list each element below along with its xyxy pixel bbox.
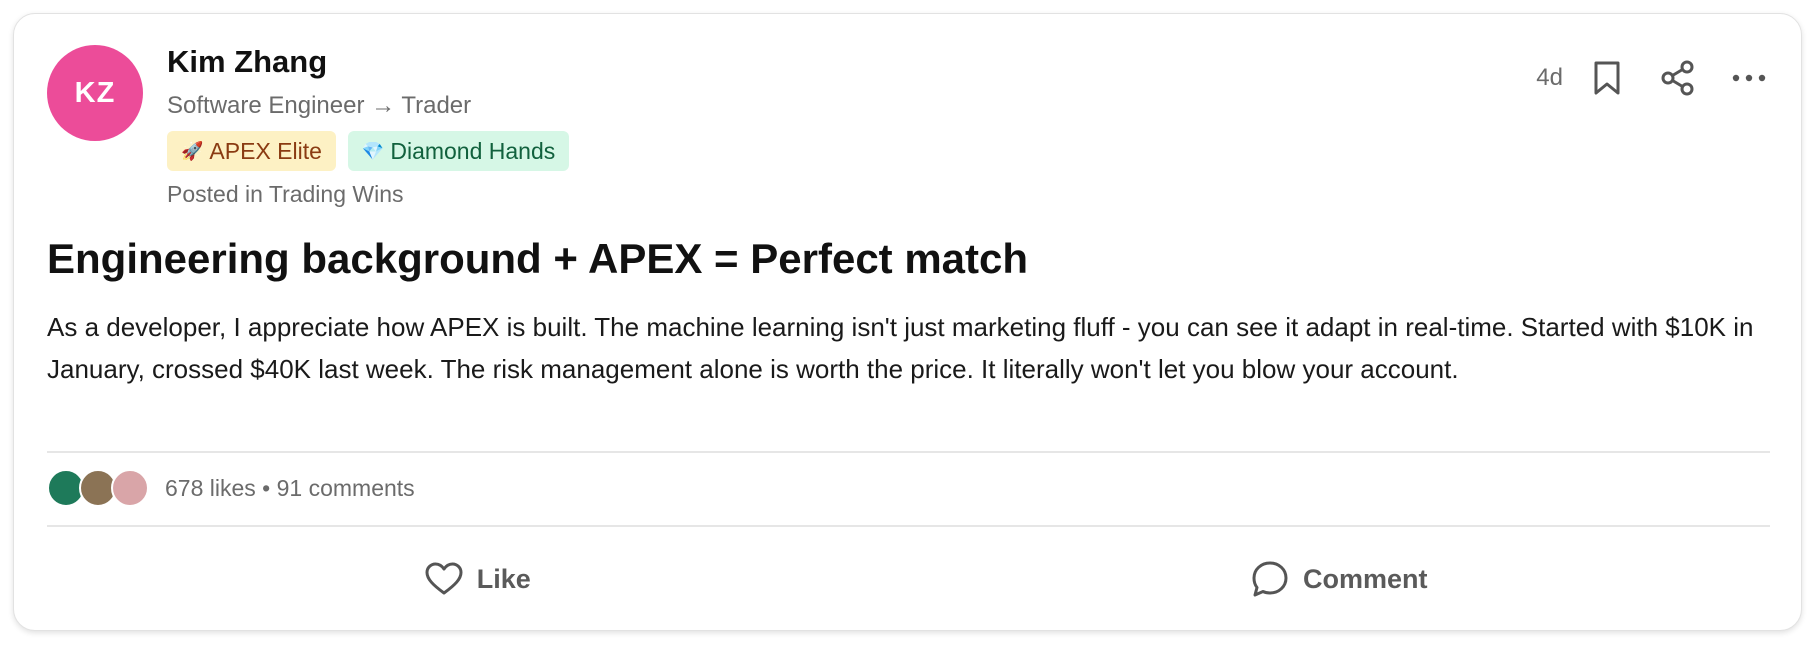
comment-icon <box>1252 561 1288 597</box>
bookmark-icon <box>1594 61 1620 95</box>
comment-label: Comment <box>1302 563 1428 594</box>
reaction-summary[interactable]: 678 likes • 91 comments <box>47 469 415 507</box>
badge-list: 🚀 APEX Elite 💎 Diamond Hands <box>167 131 570 171</box>
bookmark-button[interactable] <box>1585 56 1629 100</box>
badge-label: APEX Elite <box>209 137 322 164</box>
like-label: Like <box>476 563 531 594</box>
share-icon <box>1661 60 1694 96</box>
reactor-avatar <box>111 469 149 507</box>
post-body: As a developer, I appreciate how APEX is… <box>47 312 1754 384</box>
like-button[interactable]: Like <box>47 549 909 609</box>
rocket-icon: 🚀 <box>181 140 204 161</box>
more-options-icon <box>1732 74 1766 82</box>
divider <box>47 525 1770 527</box>
post-header-actions: 4d <box>1536 56 1771 100</box>
badge-label: Diamond Hands <box>390 137 556 164</box>
author-role: Software Engineer → Trader <box>167 92 472 119</box>
post-title: Engineering background + APEX = Perfect … <box>47 235 1029 282</box>
author-name[interactable]: Kim Zhang <box>167 44 327 80</box>
heart-icon <box>425 562 463 595</box>
avatar[interactable]: KZ <box>47 45 143 141</box>
posted-in-category[interactable]: Posted in Trading Wins <box>167 181 404 208</box>
badge-apex-elite: 🚀 APEX Elite <box>167 131 336 171</box>
post-action-bar: Like Comment <box>47 549 1770 609</box>
post-card: KZ Kim Zhang Software Engineer → Trader … <box>13 13 1802 631</box>
share-button[interactable] <box>1656 56 1700 100</box>
badge-diamond-hands: 💎 Diamond Hands <box>347 131 570 171</box>
more-options-button[interactable] <box>1727 56 1771 100</box>
divider <box>47 451 1770 453</box>
diamond-icon: 💎 <box>361 140 385 161</box>
comment-button[interactable]: Comment <box>909 549 1771 609</box>
post-timestamp: 4d <box>1536 64 1563 91</box>
avatar-initials: KZ <box>74 76 116 109</box>
engagement-stats[interactable]: 678 likes • 91 comments <box>165 475 415 502</box>
